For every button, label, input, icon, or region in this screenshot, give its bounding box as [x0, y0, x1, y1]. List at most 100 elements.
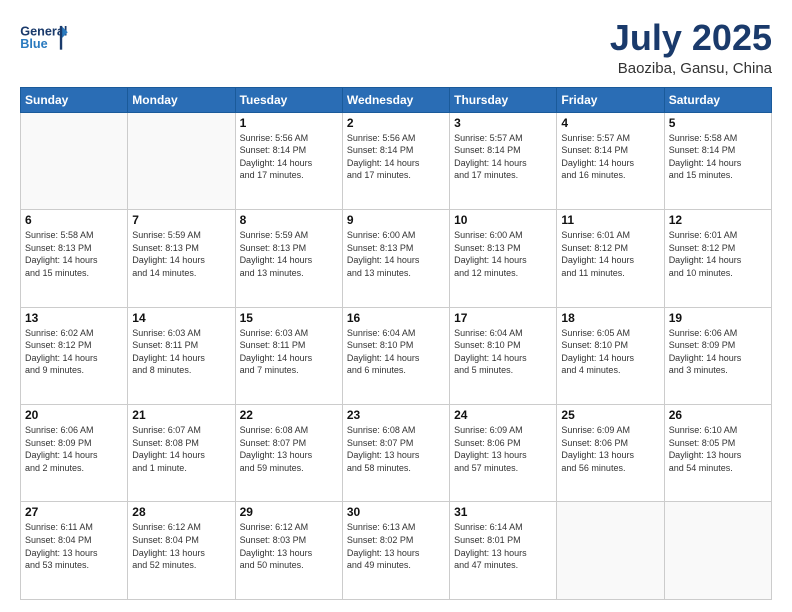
svg-text:Blue: Blue [20, 37, 47, 51]
calendar-cell: 17Sunrise: 6:04 AM Sunset: 8:10 PM Dayli… [450, 307, 557, 404]
calendar-cell: 12Sunrise: 6:01 AM Sunset: 8:12 PM Dayli… [664, 210, 771, 307]
day-number: 12 [669, 213, 767, 227]
day-info: Sunrise: 6:12 AM Sunset: 8:03 PM Dayligh… [240, 521, 338, 571]
calendar-cell: 16Sunrise: 6:04 AM Sunset: 8:10 PM Dayli… [342, 307, 449, 404]
logo-svg: General Blue [20, 18, 68, 56]
day-of-week-header: Tuesday [235, 87, 342, 112]
calendar-cell [557, 502, 664, 600]
day-of-week-header: Wednesday [342, 87, 449, 112]
calendar-cell: 31 Sunrise: 6:14 AM Sunset: 8:01 PM Dayli… [450, 502, 557, 600]
calendar-cell: 3 Sunrise: 5:57 AM Sunset: 8:14 PM Daylig… [450, 112, 557, 209]
day-number: 16 [347, 311, 445, 325]
calendar-cell: 18Sunrise: 6:05 AM Sunset: 8:10 PM Dayli… [557, 307, 664, 404]
day-of-week-header: Thursday [450, 87, 557, 112]
day-number: 31 [454, 505, 552, 519]
day-info: Sunrise: 6:08 AM Sunset: 8:07 PM Dayligh… [240, 424, 338, 474]
calendar-cell: 24Sunrise: 6:09 AM Sunset: 8:06 PM Dayli… [450, 405, 557, 502]
calendar-cell: 7 Sunrise: 5:59 AM Sunset: 8:13 PM Daylig… [128, 210, 235, 307]
calendar-week-row: 13Sunrise: 6:02 AM Sunset: 8:12 PM Dayli… [21, 307, 772, 404]
day-info: Sunrise: 6:04 AM Sunset: 8:10 PM Dayligh… [454, 327, 552, 377]
day-number: 4 [561, 116, 659, 130]
day-info: Sunrise: 6:05 AM Sunset: 8:10 PM Dayligh… [561, 327, 659, 377]
day-number: 9 [347, 213, 445, 227]
day-info: Sunrise: 5:58 AM Sunset: 8:13 PM Dayligh… [25, 229, 123, 279]
day-info: Sunrise: 6:03 AM Sunset: 8:11 PM Dayligh… [132, 327, 230, 377]
calendar-cell: 30 Sunrise: 6:13 AM Sunset: 8:02 PM Dayli… [342, 502, 449, 600]
day-info: Sunrise: 6:07 AM Sunset: 8:08 PM Dayligh… [132, 424, 230, 474]
logo: General Blue [20, 18, 68, 56]
day-info: Sunrise: 6:00 AM Sunset: 8:13 PM Dayligh… [454, 229, 552, 279]
day-info: Sunrise: 6:11 AM Sunset: 8:04 PM Dayligh… [25, 521, 123, 571]
calendar-cell: 8 Sunrise: 5:59 AM Sunset: 8:13 PM Daylig… [235, 210, 342, 307]
day-of-week-header: Monday [128, 87, 235, 112]
calendar-week-row: 6 Sunrise: 5:58 AM Sunset: 8:13 PM Daylig… [21, 210, 772, 307]
calendar-table: SundayMondayTuesdayWednesdayThursdayFrid… [20, 87, 772, 600]
day-info: Sunrise: 5:58 AM Sunset: 8:14 PM Dayligh… [669, 132, 767, 182]
day-info: Sunrise: 6:09 AM Sunset: 8:06 PM Dayligh… [561, 424, 659, 474]
calendar-cell: 13Sunrise: 6:02 AM Sunset: 8:12 PM Dayli… [21, 307, 128, 404]
day-number: 25 [561, 408, 659, 422]
day-info: Sunrise: 6:12 AM Sunset: 8:04 PM Dayligh… [132, 521, 230, 571]
day-number: 11 [561, 213, 659, 227]
calendar-header-row: SundayMondayTuesdayWednesdayThursdayFrid… [21, 87, 772, 112]
day-number: 10 [454, 213, 552, 227]
calendar-cell: 10 Sunrise: 6:00 AM Sunset: 8:13 PM Dayli… [450, 210, 557, 307]
calendar-week-row: 27 Sunrise: 6:11 AM Sunset: 8:04 PM Dayli… [21, 502, 772, 600]
day-number: 24 [454, 408, 552, 422]
day-number: 15 [240, 311, 338, 325]
day-number: 6 [25, 213, 123, 227]
day-number: 26 [669, 408, 767, 422]
calendar-cell: 6 Sunrise: 5:58 AM Sunset: 8:13 PM Daylig… [21, 210, 128, 307]
main-title: July 2025 [610, 18, 772, 58]
calendar-cell: 20 Sunrise: 6:06 AM Sunset: 8:09 PM Dayli… [21, 405, 128, 502]
day-info: Sunrise: 6:02 AM Sunset: 8:12 PM Dayligh… [25, 327, 123, 377]
day-of-week-header: Sunday [21, 87, 128, 112]
calendar-cell: 21 Sunrise: 6:07 AM Sunset: 8:08 PM Dayli… [128, 405, 235, 502]
calendar-week-row: 1 Sunrise: 5:56 AM Sunset: 8:14 PM Daylig… [21, 112, 772, 209]
day-number: 28 [132, 505, 230, 519]
day-info: Sunrise: 6:14 AM Sunset: 8:01 PM Dayligh… [454, 521, 552, 571]
calendar-cell: 28 Sunrise: 6:12 AM Sunset: 8:04 PM Dayli… [128, 502, 235, 600]
calendar-cell [128, 112, 235, 209]
day-number: 3 [454, 116, 552, 130]
day-info: Sunrise: 6:06 AM Sunset: 8:09 PM Dayligh… [669, 327, 767, 377]
day-of-week-header: Friday [557, 87, 664, 112]
calendar-cell: 27 Sunrise: 6:11 AM Sunset: 8:04 PM Dayli… [21, 502, 128, 600]
calendar-cell: 4 Sunrise: 5:57 AM Sunset: 8:14 PM Daylig… [557, 112, 664, 209]
day-number: 30 [347, 505, 445, 519]
day-info: Sunrise: 5:59 AM Sunset: 8:13 PM Dayligh… [240, 229, 338, 279]
calendar-cell: 25 Sunrise: 6:09 AM Sunset: 8:06 PM Dayli… [557, 405, 664, 502]
day-number: 27 [25, 505, 123, 519]
day-info: Sunrise: 6:13 AM Sunset: 8:02 PM Dayligh… [347, 521, 445, 571]
day-number: 19 [669, 311, 767, 325]
day-number: 1 [240, 116, 338, 130]
day-number: 29 [240, 505, 338, 519]
day-of-week-header: Saturday [664, 87, 771, 112]
day-info: Sunrise: 5:57 AM Sunset: 8:14 PM Dayligh… [454, 132, 552, 182]
header: General Blue July 2025 Baoziba, Gansu, C… [20, 18, 772, 77]
day-info: Sunrise: 6:08 AM Sunset: 8:07 PM Dayligh… [347, 424, 445, 474]
day-number: 5 [669, 116, 767, 130]
day-info: Sunrise: 5:57 AM Sunset: 8:14 PM Dayligh… [561, 132, 659, 182]
day-number: 23 [347, 408, 445, 422]
title-block: July 2025 Baoziba, Gansu, China [610, 18, 772, 77]
day-info: Sunrise: 6:10 AM Sunset: 8:05 PM Dayligh… [669, 424, 767, 474]
day-number: 14 [132, 311, 230, 325]
day-number: 8 [240, 213, 338, 227]
calendar-cell: 2Sunrise: 5:56 AM Sunset: 8:14 PM Daylig… [342, 112, 449, 209]
day-info: Sunrise: 5:56 AM Sunset: 8:14 PM Dayligh… [240, 132, 338, 182]
day-info: Sunrise: 6:06 AM Sunset: 8:09 PM Dayligh… [25, 424, 123, 474]
day-info: Sunrise: 5:59 AM Sunset: 8:13 PM Dayligh… [132, 229, 230, 279]
day-info: Sunrise: 6:01 AM Sunset: 8:12 PM Dayligh… [561, 229, 659, 279]
calendar-cell: 1 Sunrise: 5:56 AM Sunset: 8:14 PM Daylig… [235, 112, 342, 209]
day-number: 20 [25, 408, 123, 422]
calendar-cell: 5 Sunrise: 5:58 AM Sunset: 8:14 PM Daylig… [664, 112, 771, 209]
day-number: 7 [132, 213, 230, 227]
day-number: 21 [132, 408, 230, 422]
calendar-cell: 22Sunrise: 6:08 AM Sunset: 8:07 PM Dayli… [235, 405, 342, 502]
calendar-cell: 9 Sunrise: 6:00 AM Sunset: 8:13 PM Daylig… [342, 210, 449, 307]
calendar-cell: 23 Sunrise: 6:08 AM Sunset: 8:07 PM Dayli… [342, 405, 449, 502]
calendar-cell: 29 Sunrise: 6:12 AM Sunset: 8:03 PM Dayli… [235, 502, 342, 600]
day-info: Sunrise: 6:00 AM Sunset: 8:13 PM Dayligh… [347, 229, 445, 279]
calendar-cell: 19 Sunrise: 6:06 AM Sunset: 8:09 PM Dayli… [664, 307, 771, 404]
